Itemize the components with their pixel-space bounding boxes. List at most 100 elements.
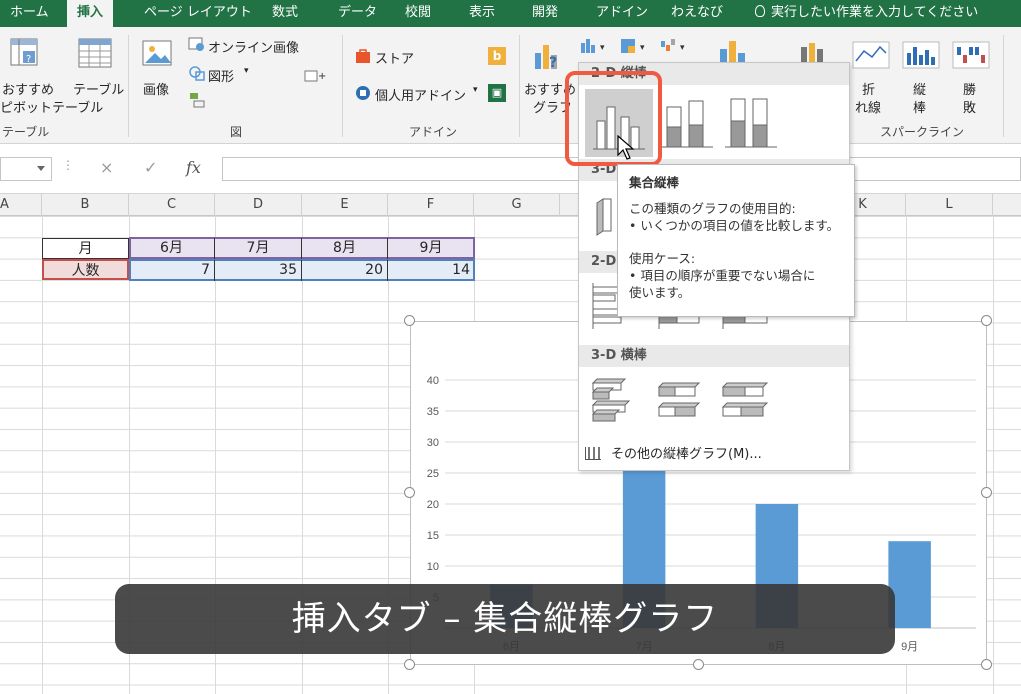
y-tick-label: 30 <box>427 437 439 449</box>
sparkline-winloss-label-1[interactable]: 勝 <box>963 79 976 98</box>
tooltip-usecase: 使用ケース: <box>629 251 696 266</box>
waterfall-chart-dropdown-icon[interactable]: ▾ <box>660 37 694 55</box>
3d-stacked-bar-icon[interactable] <box>655 375 709 427</box>
tab-view[interactable]: 表示 <box>469 0 495 27</box>
group-label-illustrations: 図 <box>230 125 243 139</box>
svg-text:?: ? <box>549 55 557 71</box>
name-box[interactable] <box>0 157 52 181</box>
screenshot-icon[interactable]: + <box>304 67 328 83</box>
resize-handle[interactable] <box>404 487 415 498</box>
cell-count-3[interactable]: 20 <box>302 260 388 281</box>
cell-month-2[interactable]: 7月 <box>215 238 302 259</box>
sparkline-winloss-icon[interactable] <box>952 41 990 69</box>
lightbulb-icon <box>755 5 765 17</box>
recommended-pivot-icon[interactable]: ? <box>9 37 41 69</box>
column-header-f[interactable]: F <box>388 194 474 216</box>
picture-icon[interactable] <box>141 37 175 71</box>
sparkline-column-label-2[interactable]: 棒 <box>913 97 926 116</box>
cell-count-4[interactable]: 14 <box>388 260 474 281</box>
enter-icon[interactable]: ✓ <box>144 158 157 177</box>
column-header-l[interactable]: L <box>906 194 993 216</box>
column-header-c[interactable]: C <box>129 194 215 216</box>
stacked-column-icon[interactable] <box>657 89 717 157</box>
cell-month-header[interactable]: 月 <box>42 238 129 259</box>
group-label-sparklines: スパークライン <box>880 125 965 139</box>
cell-month-3[interactable]: 8月 <box>302 238 388 259</box>
insert-function-icon[interactable]: fx <box>186 158 201 177</box>
resize-handle[interactable] <box>981 659 992 670</box>
sparkline-line-icon[interactable] <box>852 41 890 69</box>
online-pictures-button[interactable]: オンライン画像 <box>208 37 299 56</box>
tab-developer[interactable]: 開発 <box>532 0 558 27</box>
sparkline-line-label-1[interactable]: 折 <box>862 79 875 98</box>
store-icon <box>356 49 370 63</box>
group-separator <box>519 35 520 137</box>
table-button[interactable]: テーブル <box>73 79 124 98</box>
smartart-icon[interactable] <box>188 91 206 109</box>
table-icon[interactable] <box>78 37 112 69</box>
formula-bar: ⋮ × ✓ fx <box>0 144 1021 194</box>
100-stacked-column-icon[interactable] <box>721 89 781 157</box>
mouse-cursor-icon <box>617 135 635 160</box>
pivot-label-2[interactable]: ピボットテーブル <box>0 97 103 116</box>
cancel-icon[interactable]: × <box>100 158 113 177</box>
resize-handle[interactable] <box>404 315 415 326</box>
video-caption: 挿入タブ – 集合縦棒グラフ <box>115 584 895 654</box>
tab-addins[interactable]: アドイン <box>596 0 648 27</box>
resize-handle[interactable] <box>981 487 992 498</box>
ribbon-insert: ? おすすめ ピボットテーブル テーブル テーブル 画像 オンライン画像 図形 … <box>0 27 1021 144</box>
tell-me-search[interactable]: 実行したい作業を入力してください <box>755 0 978 27</box>
cell-count-1[interactable]: 7 <box>129 260 215 281</box>
group-label-table: テーブル <box>2 125 50 139</box>
resize-handle[interactable] <box>693 659 704 670</box>
bar-chart-icon <box>585 447 601 460</box>
resize-handle[interactable] <box>404 659 415 670</box>
tab-home[interactable]: ホーム <box>10 0 49 27</box>
sparkline-winloss-label-2[interactable]: 敗 <box>963 97 976 116</box>
tooltip-title: 集合縦棒 <box>629 175 680 190</box>
group-separator <box>1003 35 1004 137</box>
recommended-charts-icon[interactable]: ? <box>531 39 565 73</box>
cell-count-header[interactable]: 人数 <box>42 259 129 280</box>
sparkline-column-label-1[interactable]: 縦 <box>913 79 926 98</box>
y-tick-label: 35 <box>427 406 439 418</box>
ribbon-tab-bar: ホーム 挿入 ページ レイアウト 数式 データ 校閲 表示 開発 アドイン わえ… <box>0 0 1021 28</box>
3d-clustered-bar-icon[interactable] <box>589 375 643 427</box>
tab-waenavi[interactable]: わえなび <box>671 0 723 27</box>
hierarchy-chart-dropdown-icon[interactable]: ▾ <box>620 37 654 55</box>
chevron-down-icon: ▾ <box>473 85 478 95</box>
store-button[interactable]: ストア <box>375 48 414 67</box>
y-tick-label: 15 <box>427 530 439 542</box>
bing-maps-icon[interactable]: b <box>488 47 506 65</box>
tab-page-layout[interactable]: ページ レイアウト <box>144 0 252 27</box>
tab-formulas[interactable]: 数式 <box>272 0 298 27</box>
cell-count-2[interactable]: 35 <box>215 260 302 281</box>
column-header-b[interactable]: B <box>42 194 129 216</box>
sparkline-line-label-2[interactable]: れ線 <box>855 97 881 116</box>
column-header-a[interactable]: A <box>0 194 42 216</box>
svg-text:?: ? <box>26 54 31 65</box>
3d-100-stacked-bar-icon[interactable] <box>719 375 773 427</box>
y-tick-label: 20 <box>427 499 439 511</box>
chevron-down-icon <box>37 166 45 171</box>
resize-handle[interactable] <box>981 315 992 326</box>
pivot-label-1[interactable]: おすすめ <box>2 79 54 98</box>
group-separator <box>342 35 343 137</box>
svg-text:▾: ▾ <box>600 43 605 53</box>
column-header-d[interactable]: D <box>215 194 302 216</box>
picture-button[interactable]: 画像 <box>143 79 169 98</box>
sparkline-column-icon[interactable] <box>902 41 940 69</box>
grid-line <box>42 216 43 694</box>
column-chart-dropdown-icon[interactable]: ▾ <box>580 37 614 55</box>
tab-review[interactable]: 校閲 <box>405 0 431 27</box>
tab-insert[interactable]: 挿入 <box>67 0 114 28</box>
column-header-e[interactable]: E <box>302 194 388 216</box>
more-column-charts-link[interactable]: その他の縦棒グラフ(M)... <box>585 443 762 462</box>
cell-month-1[interactable]: 6月 <box>129 238 215 259</box>
people-graph-icon[interactable]: ▣ <box>488 84 506 102</box>
shapes-button[interactable]: 図形 <box>208 66 234 85</box>
my-addins-button[interactable]: 個人用アドイン <box>375 85 466 104</box>
tab-data[interactable]: データ <box>338 0 377 27</box>
column-header-g[interactable]: G <box>474 194 560 216</box>
cell-month-4[interactable]: 9月 <box>388 238 474 259</box>
